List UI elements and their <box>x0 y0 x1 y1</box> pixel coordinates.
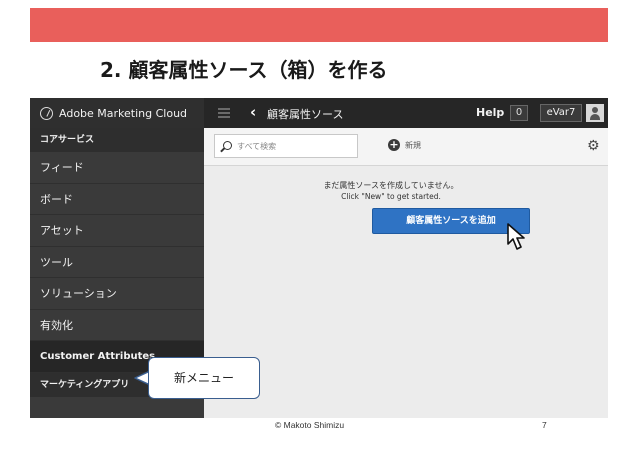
notification-badge[interactable]: 0 <box>510 105 528 121</box>
slide-title: 2. 顧客属性ソース（箱）を作る <box>100 58 388 82</box>
main-content: まだ属性ソースを作成していません。 Click "New" to get sta… <box>204 166 608 418</box>
sidebar-item-assets[interactable]: アセット <box>30 215 204 247</box>
gear-icon[interactable]: ⚙ <box>587 138 600 154</box>
search-input[interactable] <box>237 138 353 154</box>
top-navigation-bar: Adobe Marketing Cloud ‹ 顧客属性ソース Help 0 e… <box>30 98 608 128</box>
search-icon <box>223 141 232 150</box>
new-button[interactable]: + 新規 <box>388 139 421 151</box>
back-chevron-icon[interactable]: ‹ <box>250 103 256 121</box>
sidebar-item-solutions[interactable]: ソリューション <box>30 278 204 310</box>
sidebar-item-feed[interactable]: フィード <box>30 152 204 184</box>
brand-area[interactable]: Adobe Marketing Cloud <box>30 98 204 128</box>
search-box[interactable] <box>214 134 358 158</box>
page-number: 7 <box>542 420 547 430</box>
adobe-marketing-cloud-logo-icon <box>40 106 53 120</box>
org-switcher-button[interactable]: eVar7 <box>540 104 582 122</box>
sidebar-item-boards[interactable]: ボード <box>30 184 204 215</box>
new-menu-callout: 新メニュー <box>148 357 260 399</box>
empty-state-hint: Click "New" to get started. <box>341 192 441 201</box>
toolbar: + 新規 ⚙ <box>204 128 608 166</box>
sidebar-header-core-services: コアサービス <box>30 128 204 152</box>
user-avatar-icon[interactable] <box>586 104 604 122</box>
marketing-cloud-window: Adobe Marketing Cloud ‹ 顧客属性ソース Help 0 e… <box>30 98 608 418</box>
sidebar-item-tools[interactable]: ツール <box>30 247 204 278</box>
page-name: 顧客属性ソース <box>267 108 344 121</box>
new-button-label: 新規 <box>405 140 421 150</box>
footer-copyright: © Makoto Shimizu <box>275 420 345 430</box>
mouse-cursor-icon <box>507 223 525 250</box>
empty-state-message: まだ属性ソースを作成していません。 <box>323 181 459 190</box>
sidebar-item-activation[interactable]: 有効化 <box>30 310 204 341</box>
help-link[interactable]: Help <box>476 106 504 119</box>
plus-circle-icon: + <box>388 138 400 151</box>
brand-name: Adobe Marketing Cloud <box>59 106 188 120</box>
hamburger-menu-icon[interactable] <box>218 108 230 118</box>
slide-top-band <box>30 8 608 42</box>
